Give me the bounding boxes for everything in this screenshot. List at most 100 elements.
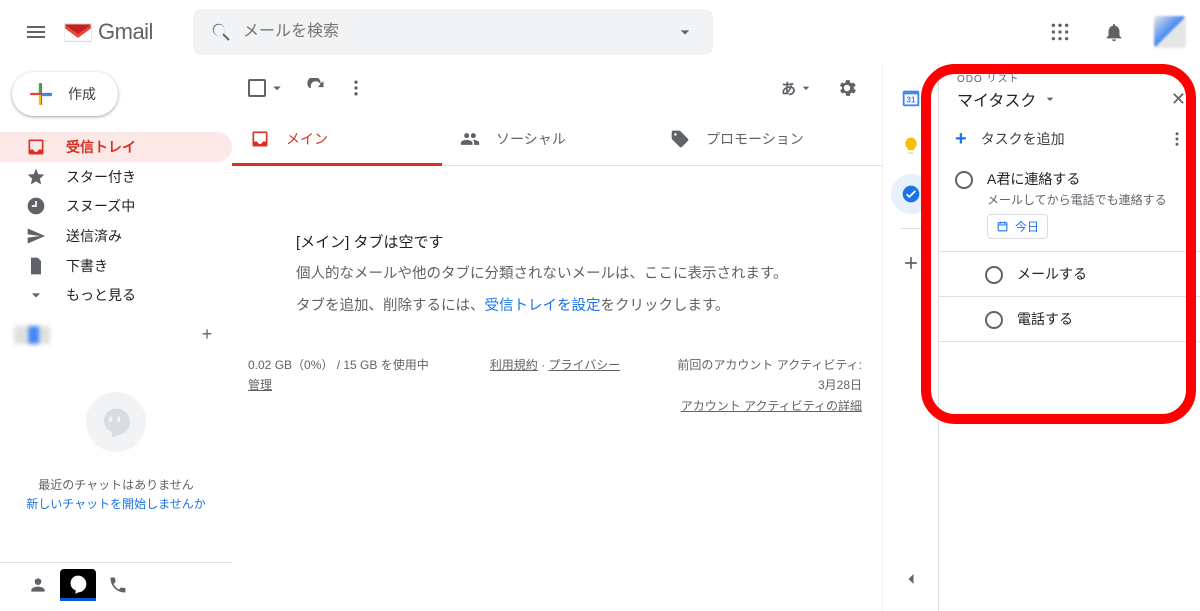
privacy-link[interactable]: プライバシー — [548, 358, 620, 372]
tasks-panel: ODO リスト マイタスク ✕ + タスクを追加 — [938, 64, 1200, 611]
category-tabs: メイン ソーシャル プロモーション — [232, 112, 882, 166]
task-item[interactable]: A君に連絡する メールしてから電話でも連絡する 今日 — [939, 159, 1200, 249]
sidebar-item-sent[interactable]: 送信済み — [0, 221, 232, 251]
tab-promotions[interactable]: プロモーション — [652, 112, 862, 165]
chevron-down-icon — [26, 285, 46, 305]
side-panel-toggle[interactable] — [891, 559, 931, 599]
file-icon — [26, 256, 46, 276]
search-input[interactable] — [241, 22, 665, 42]
svg-text:31: 31 — [906, 96, 916, 105]
empty-line2: タブを追加、削除するには、受信トレイを設定をクリックします。 — [296, 291, 834, 323]
more-button[interactable] — [346, 78, 366, 98]
activity-details-link[interactable]: アカウント アクティビティの詳細 — [681, 399, 862, 413]
task-title: メールする — [1017, 264, 1188, 284]
hangouts-panel: 最近のチャットはありません 新しいチャットを開始しませんか — [0, 352, 232, 611]
caret-down-icon — [1042, 91, 1058, 107]
search-options-button[interactable] — [665, 22, 705, 42]
caret-down-icon — [268, 79, 286, 97]
sidebar-item-drafts[interactable]: 下書き — [0, 251, 232, 281]
tab-label: ソーシャル — [496, 129, 566, 149]
inbox-settings-link[interactable]: 受信トレイを設定 — [485, 298, 601, 314]
hangouts-avatar-icon — [86, 392, 146, 452]
sidebar-item-starred[interactable]: スター付き — [0, 162, 232, 192]
hangouts-empty-text: 最近のチャットはありません — [38, 476, 194, 493]
sidebar-item-snoozed[interactable]: スヌーズ中 — [0, 192, 232, 222]
inbox-icon — [26, 137, 46, 157]
tasks-list-selector[interactable]: マイタスク — [957, 87, 1058, 111]
tasks-menu-button[interactable] — [1168, 130, 1186, 148]
compose-button[interactable]: 作成 — [12, 72, 118, 116]
account-avatar[interactable] — [1154, 16, 1186, 48]
tag-icon — [670, 129, 690, 149]
toolbar: あ — [232, 64, 882, 112]
manage-storage-link[interactable]: 管理 — [248, 378, 272, 392]
tasks-subtitle: ODO リスト — [957, 70, 1186, 85]
sidebar-item-inbox[interactable]: 受信トレイ — [0, 132, 232, 162]
sidebar-item-label: 送信済み — [66, 226, 122, 246]
gmail-logo[interactable]: Gmail — [64, 19, 153, 45]
caret-down-icon — [798, 80, 814, 96]
tasks-close-button[interactable]: ✕ — [1171, 89, 1186, 110]
hangouts-contacts-button[interactable] — [20, 569, 56, 601]
task-title: 電話する — [1017, 309, 1188, 329]
tab-social[interactable]: ソーシャル — [442, 112, 652, 165]
input-tool-label: あ — [781, 78, 796, 99]
add-label-button[interactable]: + — [196, 324, 218, 346]
add-addon-button[interactable] — [891, 243, 931, 283]
keep-app-button[interactable] — [891, 126, 931, 166]
task-title: A君に連絡する — [987, 169, 1188, 189]
apps-grid-icon[interactable] — [1040, 12, 1080, 52]
task-item[interactable]: 電話する — [939, 299, 1200, 339]
empty-line1: 個人的なメールや他のタブに分類されないメールは、ここに表示されます。 — [296, 259, 834, 291]
main-menu-button[interactable] — [12, 8, 60, 56]
hangouts-start-link[interactable]: 新しいチャットを開始しませんか — [26, 495, 206, 512]
task-item[interactable]: メールする — [939, 254, 1200, 294]
hangouts-chats-button[interactable] — [60, 569, 96, 601]
task-complete-toggle[interactable] — [985, 266, 1003, 284]
select-all-checkbox[interactable] — [248, 79, 286, 97]
sidebar-item-label: 受信トレイ — [66, 137, 136, 157]
plus-icon: + — [955, 129, 967, 149]
compose-label: 作成 — [68, 84, 96, 104]
gmail-icon — [64, 21, 92, 43]
hangouts-phone-button[interactable] — [100, 569, 136, 601]
search-bar[interactable] — [193, 9, 713, 55]
calendar-app-button[interactable]: 31 — [891, 78, 931, 118]
task-complete-toggle[interactable] — [955, 171, 973, 189]
notifications-icon[interactable] — [1094, 12, 1134, 52]
settings-button[interactable] — [836, 77, 858, 99]
star-icon — [26, 167, 46, 187]
tasks-list-name: マイタスク — [957, 87, 1036, 111]
empty-title: [メイン] タブは空です — [296, 226, 834, 259]
send-icon — [26, 226, 46, 246]
footer-legal: 利用規約 · プライバシー — [461, 355, 650, 416]
labels-section: + — [0, 318, 232, 352]
tasks-app-button[interactable] — [891, 174, 931, 214]
sidebar-item-label: スヌーズ中 — [66, 196, 135, 216]
task-date-chip[interactable]: 今日 — [987, 214, 1048, 239]
plus-icon — [28, 81, 54, 107]
tab-label: メイン — [286, 129, 328, 149]
task-description: メールしてから電話でも連絡する — [987, 191, 1188, 208]
sidebar-item-more[interactable]: もっと見る — [0, 280, 232, 310]
search-icon[interactable] — [201, 12, 241, 52]
tab-primary[interactable]: メイン — [232, 112, 442, 165]
tab-label: プロモーション — [706, 129, 804, 149]
task-complete-toggle[interactable] — [985, 311, 1003, 329]
footer-activity: 前回のアカウント アクティビティ: 3月28日 アカウント アクティビティの詳細 — [673, 355, 862, 416]
header: Gmail — [0, 0, 1200, 64]
refresh-button[interactable] — [306, 78, 326, 98]
sidebar: 作成 受信トレイ スター付き スヌーズ中 送信済み 下書き — [0, 64, 232, 611]
add-task-label: タスクを追加 — [981, 129, 1065, 149]
sidebar-item-label: もっと見る — [66, 285, 136, 305]
sidebar-item-label: スター付き — [66, 167, 136, 187]
calendar-icon — [996, 220, 1009, 233]
empty-state: [メイン] タブは空です 個人的なメールや他のタブに分類されないメールは、ここに… — [232, 166, 882, 343]
inbox-icon — [250, 129, 270, 149]
terms-link[interactable]: 利用規約 — [490, 358, 538, 372]
add-task-button[interactable]: + タスクを追加 — [955, 129, 1065, 149]
footer-storage: 0.02 GB（0%） / 15 GB を使用中 管理 — [248, 355, 437, 416]
footer: 0.02 GB（0%） / 15 GB を使用中 管理 利用規約 · プライバシ… — [232, 343, 882, 428]
people-icon — [460, 129, 480, 149]
input-tool-button[interactable]: あ — [781, 78, 814, 99]
